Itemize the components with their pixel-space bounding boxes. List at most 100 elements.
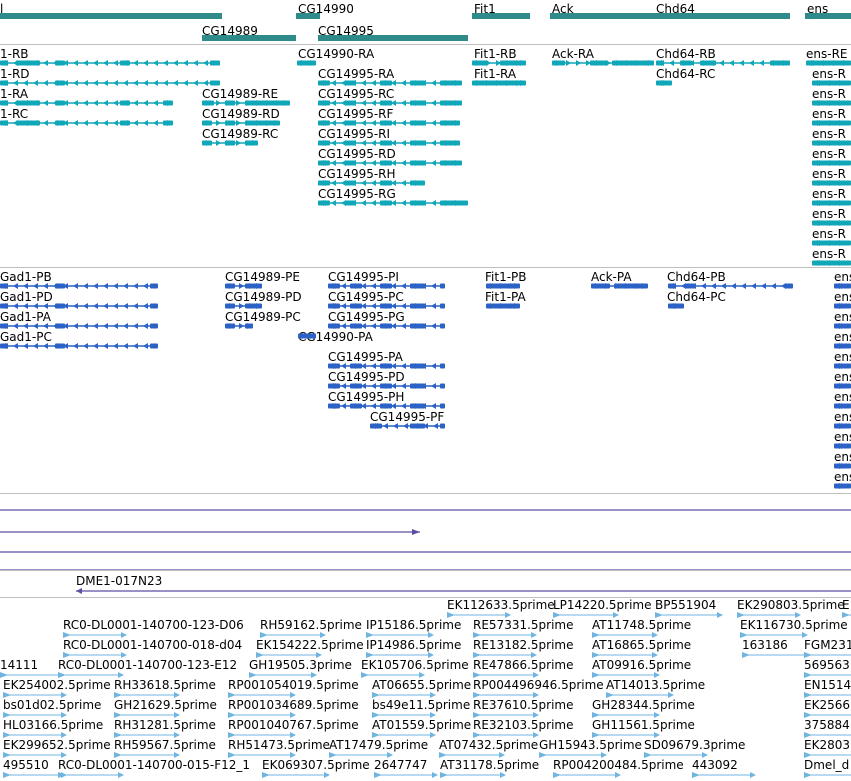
est-feature[interactable] [692,772,756,778]
transcript-label[interactable]: CG14995-RA [318,67,394,81]
protein-feature[interactable] [486,303,520,309]
transcript-feature[interactable] [0,100,173,106]
transcript-feature[interactable] [318,120,460,126]
protein-feature[interactable] [328,303,445,309]
clone-feature[interactable] [76,587,851,595]
est-label[interactable]: RH33618.5prime [114,678,216,692]
transcript-feature[interactable] [318,100,462,106]
transcript-feature[interactable] [656,60,790,66]
protein-label[interactable]: ens [834,290,851,304]
protein-label[interactable]: CG14995-PF [370,410,444,424]
transcript-label[interactable]: ens-R [812,247,846,261]
est-label[interactable]: bs01d02.5prime [3,698,101,712]
transcript-feature[interactable] [472,80,526,86]
est-label[interactable]: EK290803.5prime [737,598,845,612]
protein-feature[interactable] [0,283,158,289]
est-label[interactable]: EK154222.5prime [256,638,364,652]
transcript-feature[interactable] [812,260,851,266]
protein-feature[interactable] [834,383,851,389]
est-label[interactable]: FGM231 [804,638,851,652]
protein-label[interactable]: Chd64-PC [667,290,726,304]
transcript-feature[interactable] [297,60,316,66]
protein-label[interactable]: ens [834,330,851,344]
est-label[interactable]: RC0-DL0001-140700-015-F12_1 [58,758,250,772]
est-label[interactable]: 375884 [804,718,850,732]
transcript-feature[interactable] [0,80,220,86]
protein-label[interactable]: ens [834,430,851,444]
est-label[interactable]: AT14013.5prime [606,678,705,692]
est-label[interactable]: AT09916.5prime [592,658,691,672]
est-label[interactable]: RC0-DL0001-140700-123-D06 [63,618,244,632]
est-label[interactable]: EK116730.5prime [740,618,848,632]
est-label[interactable]: AT11748.5prime [592,618,691,632]
protein-label[interactable]: ens [834,270,851,284]
transcript-feature[interactable] [812,140,851,146]
est-label[interactable]: RE32103.5prime [473,718,574,732]
est-label[interactable]: 14111 [0,658,38,672]
transcript-label[interactable]: CG14995-RC [318,87,394,101]
protein-label[interactable]: CG14995-PG [328,310,405,324]
est-label[interactable]: RH51473.5prime [228,738,330,752]
transcript-label[interactable]: Fit1-RB [474,47,517,61]
protein-label[interactable]: Ack-PA [591,270,632,284]
purple-feature-line[interactable] [0,528,420,536]
transcript-label[interactable]: CG14995-RD [318,147,396,161]
est-label[interactable]: EK2803 [804,738,850,752]
transcript-feature[interactable] [812,220,851,226]
transcript-feature[interactable] [812,120,851,126]
protein-feature[interactable] [0,303,158,309]
transcript-feature[interactable] [656,80,672,86]
protein-label[interactable]: Gad1-PC [0,330,52,344]
transcript-feature[interactable] [552,60,654,66]
est-label[interactable]: 495510 [3,758,49,772]
transcript-label[interactable]: ens-R [812,87,846,101]
est-label[interactable]: RC0-DL0001-140700-018-d04 [63,638,242,652]
transcript-feature[interactable] [318,200,468,206]
est-label[interactable]: bs49e11.5prime [372,698,470,712]
transcript-label[interactable]: 1-RA [0,87,28,101]
transcript-label[interactable]: ens-R [812,107,846,121]
transcript-feature[interactable] [812,200,851,206]
transcript-label[interactable]: CG14989-RD [202,107,280,121]
protein-feature[interactable] [834,463,851,469]
protein-feature[interactable] [328,283,445,289]
transcript-label[interactable]: CG14989-RE [202,87,278,101]
est-label[interactable]: AT17479.5prime [329,738,428,752]
est-label[interactable]: 163186 [742,638,788,652]
est-feature[interactable] [440,772,506,778]
est-label[interactable]: GH11561.5prime [592,718,695,732]
transcript-feature[interactable] [812,100,851,106]
est-label[interactable]: RP001040767.5prime [228,718,359,732]
protein-feature[interactable] [225,283,262,289]
transcript-feature[interactable] [812,240,851,246]
protein-feature[interactable] [668,303,684,309]
transcript-label[interactable]: ens-R [812,127,846,141]
est-label[interactable]: RH31281.5prime [114,718,216,732]
protein-label[interactable]: CG14989-PC [225,310,301,324]
protein-feature[interactable] [834,303,851,309]
clone-label[interactable]: DME1-017N23 [76,574,162,588]
est-label[interactable]: AT06655.5prime [372,678,471,692]
gene-feature[interactable] [805,13,851,19]
est-label[interactable]: GH15943.5prime [539,738,642,752]
est-label[interactable]: E [842,598,850,612]
protein-feature[interactable] [834,403,851,409]
protein-feature[interactable] [328,403,445,409]
gene-feature[interactable] [0,13,222,19]
protein-feature[interactable] [0,343,158,349]
transcript-label[interactable]: CG14995-RH [318,167,396,181]
est-label[interactable]: EK254002.5prime [3,678,111,692]
transcript-label[interactable]: ens-R [812,227,846,241]
protein-label[interactable]: ens [834,390,851,404]
est-label[interactable]: EK299652.5prime [3,738,111,752]
transcript-label[interactable]: Fit1-RA [474,67,516,81]
transcript-label[interactable]: ens-R [812,187,846,201]
est-label[interactable]: 443092 [692,758,738,772]
transcript-label[interactable]: ens-R [812,147,846,161]
protein-feature[interactable] [328,383,445,389]
transcript-feature[interactable] [472,60,526,66]
est-label[interactable]: IP15186.5prime [366,618,461,632]
transcript-label[interactable]: CG14995-RI [318,127,390,141]
est-label[interactable]: EN1514 [804,678,851,692]
protein-label[interactable]: Chd64-PB [667,270,726,284]
